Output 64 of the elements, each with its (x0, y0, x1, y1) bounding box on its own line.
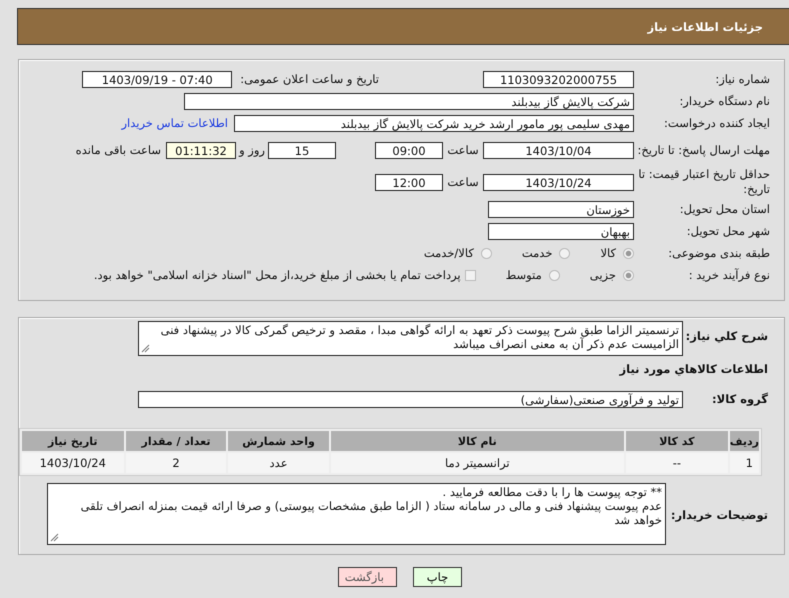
days-field: 15 (268, 142, 336, 158)
description-text: ترنسمیتر الزاما طبق شرح پیوست ذکر تعهد به ارائه گواهی مبدا ، مقصد و ترخیص گمرکی کالا در پیشنهاد فنی الزامیست عدم ذکر آن به معنی انصراف میباشد (160, 323, 679, 351)
radio-label: متوسط (506, 268, 542, 282)
column-header: کد کالا (626, 431, 728, 451)
field-label: نوع فرآیند خرید : (688, 268, 770, 282)
field-label: حداقل تاریخ اعتبار قیمت: تا تاریخ: (637, 167, 770, 197)
column-header: واحد شمارش (228, 431, 329, 451)
resize-grip-icon (50, 533, 59, 542)
field-label: مهلت ارسال پاسخ: تا تاریخ: (636, 142, 770, 158)
field-label: گروه کالا: (711, 392, 769, 406)
table-cell: 2 (126, 453, 226, 473)
field-label: استان محل تحویل: (678, 202, 770, 216)
deadline-time-field: 09:00 (375, 142, 443, 158)
radio-label: کالا (600, 246, 616, 260)
radio-label: کالا/خدمت (424, 246, 474, 260)
radio-button[interactable] (559, 248, 570, 258)
days-label: روز و (238, 143, 266, 157)
column-header: نام کالا (330, 431, 624, 451)
time-label: ساعت (446, 143, 480, 157)
city-field: بهبهان (488, 222, 634, 240)
validity-time-field: 12:00 (375, 174, 443, 190)
radio-button[interactable] (623, 270, 634, 280)
checkbox[interactable] (464, 270, 476, 280)
back-button[interactable]: بازگشت (338, 567, 397, 587)
radio-button[interactable] (548, 270, 560, 280)
field-label: شهر محل تحویل: (686, 224, 770, 238)
buyer-name-field: شرکت پالایش گاز بیدبلند (184, 92, 634, 110)
field-label: شرح کلي نياز: (684, 329, 769, 343)
radio-button[interactable] (623, 248, 634, 258)
page-title: جزئیات اطلاعات نیاز (647, 20, 763, 34)
remaining-label: ساعت باقی مانده (76, 143, 161, 157)
print-button[interactable]: چاپ (413, 567, 462, 587)
radio-label: جزیی (590, 268, 616, 282)
deadline-date-field: 1403/10/04 (483, 142, 634, 158)
column-header: تاریخ نیاز (22, 431, 124, 451)
column-header: ردیف (730, 431, 759, 451)
remaining-time-field: 01:11:32 (166, 142, 236, 158)
notes-text: ** توجه پیوست ها را با دقت مطالعه فرمایید . (442, 485, 662, 499)
contact-link[interactable]: اطلاعات تماس خریدار (121, 116, 228, 130)
announce-date-field: 1403/09/19 - 07:40 (82, 70, 232, 88)
time-label: ساعت (446, 175, 480, 189)
table-cell: ترانسمیتر دما (330, 453, 624, 473)
goods-group-field: تولید و فرآوری صنعتی(سفارشی) (138, 390, 683, 408)
field-label: شماره نیاز: (714, 72, 770, 86)
field-label: توضیحات خریدار: (670, 508, 769, 522)
column-header: تعداد / مقدار (126, 431, 226, 451)
creator-field: مهدی سلیمی پور مامور ارشد خرید شرکت پالایش گاز بیدبلند (234, 114, 634, 132)
section-heading: اطلاعات کالاهاي مورد نياز (618, 362, 768, 376)
table-cell: 1 (730, 453, 759, 473)
province-field: خوزستان (488, 200, 634, 218)
radio-button[interactable] (480, 248, 492, 258)
table-cell: عدد (228, 453, 329, 473)
notes-text: عدم پیوست پیشنهاد فنی و مالی در سامانه ستاد ( الزاما طبق مشخصات پیوستی) و صرفا ارائه قیمت بمنزله انصراف تلقی خواهد شد (80, 499, 662, 527)
radio-label: خدمت (522, 246, 552, 260)
table-cell: 1403/10/24 (22, 453, 124, 473)
need-number-field: 1103093202000755 (483, 70, 634, 88)
field-label: تاریخ و ساعت اعلان عمومی: (240, 72, 379, 86)
field-label: طبقه بندی موضوعی: (667, 246, 770, 260)
checkbox-label: پرداخت تمام یا بخشی از مبلغ خرید،از محل "اسناد خزانه اسلامی" خواهد بود. (94, 268, 461, 282)
table-cell: -- (626, 453, 728, 473)
resize-grip-icon (141, 344, 150, 353)
field-label: ایجاد کننده درخواست: (663, 116, 770, 130)
validity-date-field: 1403/10/24 (483, 174, 634, 190)
field-label: نام دستگاه خریدار: (678, 94, 770, 108)
